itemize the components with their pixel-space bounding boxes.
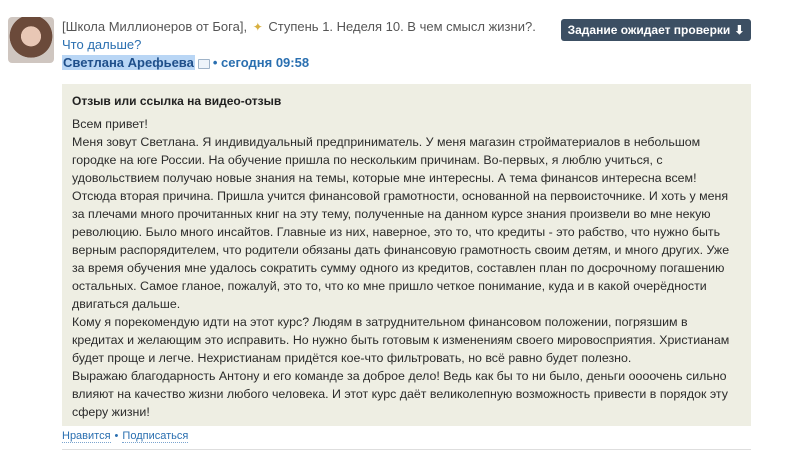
task-pending-label: Задание ожидает проверки — [567, 23, 731, 37]
avatar[interactable] — [8, 17, 54, 63]
task-pending-button[interactable]: Задание ожидает проверки ⬇ — [561, 19, 751, 41]
arrow-down-icon: ⬇ — [734, 23, 745, 37]
like-link[interactable]: Нравится — [62, 430, 111, 443]
time-separator: • — [212, 55, 218, 70]
review-paragraph: Кому я порекомендую идти на этот курс? Л… — [72, 315, 730, 365]
author-name[interactable]: Светлана Арефьева — [62, 55, 195, 70]
post-time[interactable]: сегодня 09:58 — [221, 55, 309, 70]
review-body: Всем привет! Меня зовут Светлана. Я инди… — [72, 115, 741, 421]
author-line: Светлана Арефьева • сегодня 09:58 — [62, 54, 309, 72]
review-title: Отзыв или ссылка на видео-отзыв — [72, 94, 282, 108]
review-paragraph: Выражаю благодарность Антону и его коман… — [72, 369, 728, 419]
subscribe-link[interactable]: Подписаться — [122, 430, 189, 443]
post-header: [Школа Миллионеров от Бога], ✦ Ступень 1… — [62, 18, 542, 54]
review-paragraph: Всем привет! — [72, 117, 148, 131]
review-box: Отзыв или ссылка на видео-отзыв Всем при… — [62, 84, 751, 426]
step-text: Ступень 1. Неделя 10. В чем смысл жизни?… — [268, 19, 536, 34]
post-actions: Нравится • Подписаться — [62, 430, 189, 443]
group-name[interactable]: [Школа Миллионеров от Бога], — [62, 19, 247, 34]
actions-separator: • — [114, 430, 119, 442]
profile-card-icon — [197, 58, 210, 69]
next-link[interactable]: Что дальше? — [62, 37, 141, 52]
review-paragraph: Меня зовут Светлана. Я индивидуальный пр… — [72, 135, 730, 311]
step-star-icon: ✦ — [252, 20, 263, 34]
